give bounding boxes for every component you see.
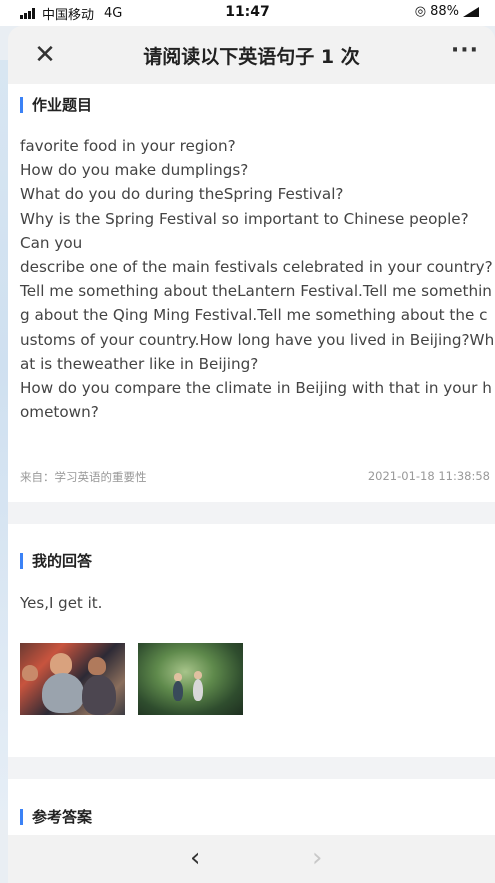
answer-image-classroom[interactable] (20, 643, 125, 715)
question-text: favorite food in your region? How do you… (20, 137, 495, 422)
reference-section-header: 参考答案 (20, 806, 92, 827)
section-accent-bar (20, 552, 23, 569)
child-body-shape (82, 675, 116, 715)
battery-icon (463, 7, 481, 17)
status-right: ◎ 88% (415, 4, 481, 19)
reference-section-title: 参考答案 (32, 808, 93, 826)
question-section-header: 作业题目 (20, 94, 92, 115)
child-figure-shape (194, 671, 202, 679)
child-body-shape (42, 673, 84, 713)
child-face-shape (88, 657, 106, 675)
answer-image-forest[interactable] (138, 643, 243, 715)
child-face-shape (22, 665, 38, 681)
more-icon[interactable]: ··· (451, 38, 479, 63)
question-date: 2021-01-18 11:38:58 (367, 469, 490, 483)
question-meta: 来自：学习英语的重要性 2021-01-18 11:38:58 (20, 469, 490, 485)
page-title: 请阅读以下英语句子 1 次 (143, 46, 360, 68)
alarm-icon: ◎ (414, 4, 427, 19)
top-navigation-bar: ✕ 请阅读以下英语句子 1 次 ··· (8, 26, 495, 84)
question-section-title: 作业题目 (32, 96, 93, 114)
bottom-navigation-bar: ‹ › (8, 835, 495, 883)
source-label: 来自：学习英语的重要性 (20, 470, 147, 484)
status-bar: 中国移动 4G 11:47 ◎ 88% (0, 0, 495, 26)
answer-section-title: 我的回答 (32, 552, 93, 570)
answer-text: Yes,I get it. (20, 594, 103, 612)
chevron-right-icon[interactable]: › (312, 843, 322, 873)
answer-section-header: 我的回答 (20, 550, 92, 571)
child-face-shape (50, 653, 72, 675)
section-divider (8, 757, 495, 779)
section-accent-bar (20, 96, 23, 113)
child-figure-shape (193, 679, 203, 701)
child-figure-shape (174, 673, 182, 681)
battery-percent: 88% (430, 4, 459, 19)
chevron-left-icon[interactable]: ‹ (190, 843, 200, 873)
section-divider (8, 502, 495, 524)
main-content[interactable]: 作业题目 favorite food in your region? How d… (8, 84, 495, 835)
section-accent-bar (20, 808, 23, 825)
child-figure-shape (173, 681, 183, 701)
